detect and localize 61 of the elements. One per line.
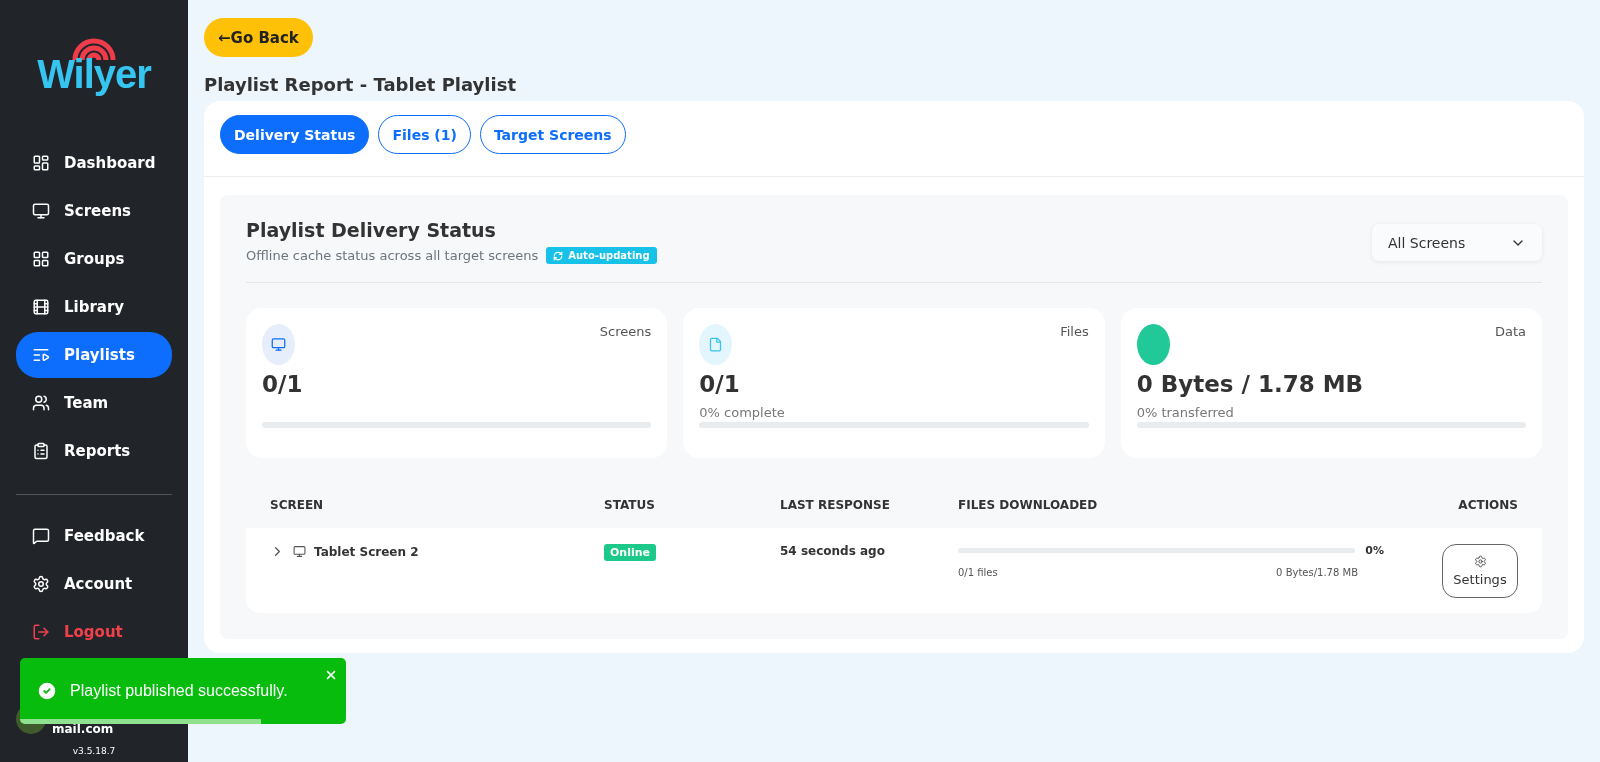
clipboard-icon — [32, 442, 50, 460]
logout-icon — [32, 623, 50, 641]
stat-caption: 0% transferred — [1136, 405, 1235, 420]
sidebar-item[interactable]: Screens — [16, 188, 172, 234]
stat-label: Screens — [599, 324, 652, 339]
column-header: SCREEN — [270, 498, 325, 512]
user-email: mail.com — [52, 722, 115, 736]
panel-title: Playlist Delivery Status — [246, 219, 497, 241]
column-header: FILES DOWNLOADED — [958, 498, 1099, 512]
screen-filter-dropdown[interactable]: All Screens — [1372, 224, 1542, 261]
settings-icon — [1473, 555, 1487, 568]
stat-label: Files — [1060, 324, 1089, 339]
tab[interactable]: Files (1) — [378, 115, 471, 154]
version-text: v3.5.18.7 — [71, 746, 117, 756]
back-button[interactable]: ←Go Back — [204, 18, 313, 57]
bytes-count: 0 Bytes/1.78 MB — [1276, 567, 1358, 578]
column-header: STATUS — [604, 498, 656, 512]
column-header: ACTIONS — [1457, 498, 1518, 512]
status-badge: Online — [604, 544, 656, 561]
sidebar-item[interactable]: Account — [16, 561, 172, 607]
sidebar-item[interactable]: Library — [16, 284, 172, 330]
sidebar-item[interactable]: Dashboard — [16, 140, 172, 186]
sidebar-item[interactable]: Groups — [16, 236, 172, 282]
file-icon — [699, 324, 733, 365]
grid-icon — [32, 250, 50, 268]
tab[interactable]: Target Screens — [479, 115, 626, 154]
dashboard-icon — [32, 154, 50, 172]
sidebar-item[interactable]: Playlists — [16, 332, 172, 378]
stat-value: 0/1 — [262, 371, 304, 397]
refresh-icon — [553, 250, 564, 261]
tab[interactable]: Delivery Status — [220, 115, 370, 154]
screen-name: Tablet Screen 2 — [314, 544, 419, 559]
percent-text: 0% — [1365, 544, 1384, 557]
column-header: LAST RESPONSE — [780, 498, 891, 512]
film-icon — [32, 298, 50, 316]
sidebar-item[interactable]: Reports — [16, 428, 172, 474]
stat-caption: 0% complete — [699, 405, 786, 420]
stat-label: Data — [1494, 324, 1526, 339]
toast-message: Playlist published successfully. — [70, 682, 288, 700]
files-count: 0/1 files — [958, 567, 998, 578]
stat-value: 0 Bytes / 1.78 MB — [1136, 371, 1365, 397]
close-button[interactable] — [324, 668, 338, 682]
monitor-icon — [262, 324, 295, 365]
panel-subtitle: Offline cache status across all target screens — [246, 248, 539, 263]
stat-value: 0/1 — [699, 371, 741, 397]
logo: Wilyer — [37, 54, 151, 94]
signal-icon — [71, 36, 117, 60]
settings-button[interactable]: Settings — [1442, 544, 1518, 598]
settings-icon — [32, 575, 50, 593]
message-icon — [32, 527, 50, 545]
last-response: 54 seconds ago — [780, 544, 886, 558]
monitor-icon — [32, 202, 50, 220]
playlist-icon — [32, 346, 50, 364]
check-icon — [36, 680, 58, 702]
sidebar-item[interactable]: Feedback — [16, 513, 172, 559]
auto-updating-badge: Auto-updating — [546, 247, 657, 264]
sidebar-item[interactable]: Logout — [16, 609, 172, 655]
monitor-icon — [293, 545, 306, 558]
page-title: Playlist Report - Tablet Playlist — [204, 74, 516, 95]
sidebar-item[interactable]: Team — [16, 380, 172, 426]
users-icon — [32, 394, 50, 412]
